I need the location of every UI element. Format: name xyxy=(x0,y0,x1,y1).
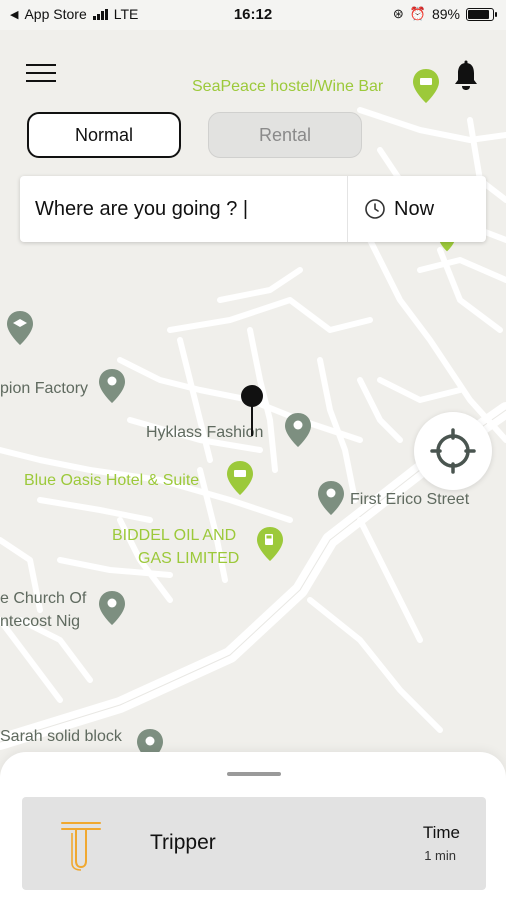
rental-mode-button[interactable]: Rental xyxy=(208,112,362,158)
clock-icon xyxy=(365,199,385,219)
place-pin-icon[interactable] xyxy=(284,412,312,448)
poi-label[interactable]: Blue Oasis Hotel & Suite xyxy=(24,472,199,490)
schedule-time-button[interactable]: Now xyxy=(348,176,486,242)
ride-time-label: Time xyxy=(422,823,460,842)
destination-input[interactable]: Where are you going ? | xyxy=(20,176,348,242)
destination-search-box: Where are you going ? | Now xyxy=(20,176,486,242)
alarm-icon: ⏰ xyxy=(409,6,426,21)
poi-label[interactable]: ntecost Nig xyxy=(0,613,80,631)
battery-icon xyxy=(466,7,497,21)
poi-label[interactable]: SeaPeace hostel/Wine Bar xyxy=(192,78,383,96)
poi-label[interactable]: Sarah solid block xyxy=(0,728,122,746)
pickup-location-marker xyxy=(241,385,263,436)
rotation-lock-icon: ⊛ xyxy=(392,6,404,21)
hotel-icon[interactable] xyxy=(226,460,254,496)
ride-time-value: 1 min xyxy=(424,848,456,863)
place-pin-icon[interactable] xyxy=(98,368,126,404)
tripper-logo-icon xyxy=(61,822,101,871)
gas-station-icon[interactable] xyxy=(256,526,284,562)
hotel-icon[interactable] xyxy=(412,68,440,104)
ride-option-card[interactable]: Tripper Time 1 min xyxy=(22,797,486,890)
ride-name: Tripper xyxy=(150,831,216,854)
poi-label[interactable]: First Erico Street xyxy=(350,491,469,509)
poi-label[interactable]: pion Factory xyxy=(0,380,88,398)
crosshair-icon xyxy=(430,428,476,474)
sheet-drag-handle[interactable] xyxy=(227,772,281,776)
place-pin-icon[interactable] xyxy=(317,480,345,516)
menu-icon[interactable] xyxy=(26,64,56,86)
school-pin-icon[interactable] xyxy=(6,310,34,346)
bottom-sheet: Tripper Time 1 min xyxy=(0,752,506,900)
schedule-time-label: Now xyxy=(394,197,435,220)
locate-me-button[interactable] xyxy=(414,412,492,490)
poi-label[interactable]: BIDDEL OIL AND xyxy=(112,527,236,545)
poi-label[interactable]: GAS LIMITED xyxy=(138,550,239,568)
bell-icon[interactable] xyxy=(452,60,480,92)
battery-percent: 89% xyxy=(431,6,460,22)
place-pin-icon[interactable] xyxy=(98,590,126,626)
poi-label[interactable]: e Church Of xyxy=(0,590,86,608)
status-bar: ◀ App Store LTE 16:12 ⊛ ⏰ 89% xyxy=(0,0,506,30)
normal-mode-button[interactable]: Normal xyxy=(27,112,181,158)
